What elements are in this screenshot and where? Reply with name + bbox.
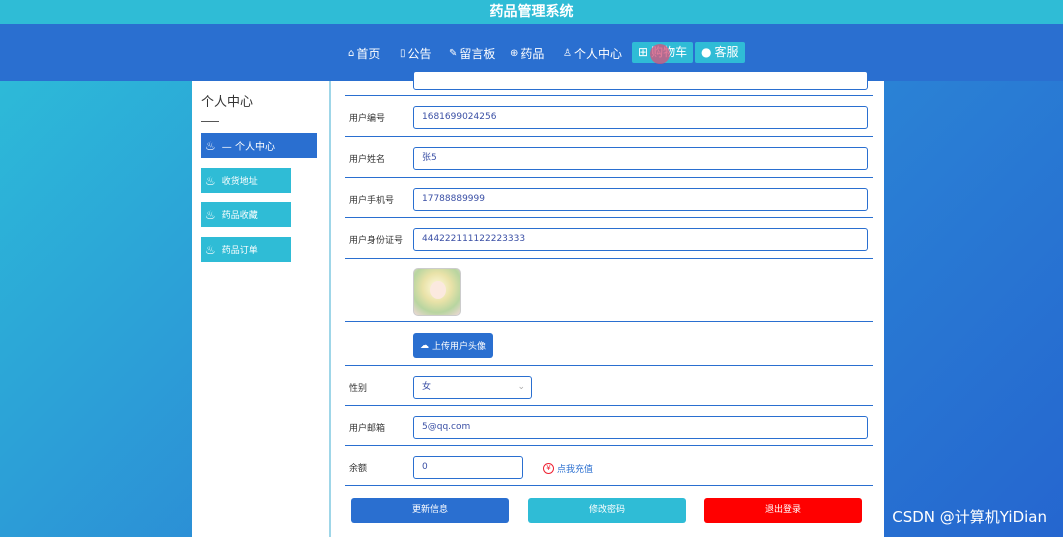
form-row-gender: 性别 女 ⌄ bbox=[345, 366, 873, 406]
phone-input[interactable]: 17788889999 bbox=[413, 188, 868, 211]
logout-button[interactable]: 退出登录 bbox=[704, 498, 862, 523]
medicine-icon: ⊕ bbox=[510, 48, 519, 59]
nav-notice[interactable]: ▯ 公告 bbox=[400, 44, 432, 64]
nav-messages-label: 留言板 bbox=[459, 47, 496, 61]
sidebar-item-favorites[interactable]: ♨ 药品收藏 bbox=[201, 202, 291, 227]
cloud-upload-icon: ☁ bbox=[420, 340, 429, 351]
form-row-avatar bbox=[345, 259, 873, 322]
user-avatar bbox=[413, 268, 461, 316]
sidebar-divider bbox=[201, 121, 219, 122]
cart-icon: ⊞ bbox=[638, 45, 649, 59]
id-card-label: 用户身份证号 bbox=[349, 236, 404, 246]
form-row-user-name: 用户姓名 张5 bbox=[345, 137, 873, 178]
sidebar-item-address[interactable]: ♨ 收货地址 bbox=[201, 168, 291, 193]
sidebar: 个人中心 ♨ — 个人中心 ♨ 收货地址 ♨ 药品收藏 ♨ 药品订单 bbox=[192, 81, 329, 537]
gender-selected-value: 女 bbox=[422, 382, 432, 392]
fire-icon: ♨ bbox=[205, 207, 216, 222]
recharge-label: 点我充值 bbox=[557, 465, 594, 475]
change-password-button[interactable]: 修改密码 bbox=[528, 498, 686, 523]
email-label: 用户邮箱 bbox=[349, 424, 386, 434]
form-row-top bbox=[345, 71, 873, 96]
sidebar-item-label: 药品订单 bbox=[221, 246, 258, 256]
chevron-down-icon: ⌄ bbox=[517, 382, 525, 392]
sidebar-item-user-center[interactable]: ♨ — 个人中心 bbox=[201, 133, 317, 158]
service-icon: ● bbox=[701, 45, 712, 59]
user-no-label: 用户编号 bbox=[349, 114, 386, 124]
user-name-label: 用户姓名 bbox=[349, 155, 386, 165]
user-icon: ♙ bbox=[563, 48, 572, 59]
email-input[interactable]: 5@qq.com bbox=[413, 416, 868, 439]
nav-medicine[interactable]: ⊕ 药品 bbox=[510, 44, 544, 64]
profile-form: 用户编号 1681699024256 用户姓名 张5 用户手机号 1778888… bbox=[329, 71, 884, 537]
form-row-upload: ☁ 上传用户头像 bbox=[345, 322, 873, 366]
nav-home-label: 首页 bbox=[356, 47, 381, 61]
nav-user-center[interactable]: ♙ 个人中心 bbox=[563, 44, 622, 64]
form-row-id-card: 用户身份证号 444222111122223333 bbox=[345, 218, 873, 259]
sidebar-item-orders[interactable]: ♨ 药品订单 bbox=[201, 237, 291, 262]
user-no-input[interactable]: 1681699024256 bbox=[413, 106, 868, 129]
id-card-input[interactable]: 444222111122223333 bbox=[413, 228, 868, 251]
gender-label: 性别 bbox=[349, 384, 368, 394]
fire-icon: ♨ bbox=[205, 242, 216, 257]
balance-label: 余额 bbox=[349, 464, 368, 474]
yuan-icon: ¥ bbox=[543, 463, 554, 474]
home-icon: ⌂ bbox=[348, 48, 355, 59]
app-title: 药品管理系统 bbox=[0, 0, 1063, 24]
form-row-user-no: 用户编号 1681699024256 bbox=[345, 96, 873, 137]
update-info-button[interactable]: 更新信息 bbox=[351, 498, 509, 523]
nav-medicine-label: 药品 bbox=[520, 47, 545, 61]
sidebar-item-label: 收货地址 bbox=[221, 177, 258, 187]
upload-avatar-button[interactable]: ☁ 上传用户头像 bbox=[413, 333, 494, 358]
sidebar-item-label: — 个人中心 bbox=[221, 142, 275, 153]
sidebar-title: 个人中心 bbox=[201, 95, 254, 110]
upload-avatar-label: 上传用户头像 bbox=[432, 342, 487, 352]
message-icon: ✎ bbox=[449, 48, 458, 59]
notice-icon: ▯ bbox=[400, 48, 406, 59]
form-row-balance: 余额 0 ¥ 点我充值 bbox=[345, 446, 873, 486]
user-name-input[interactable]: 张5 bbox=[413, 147, 868, 170]
phone-label: 用户手机号 bbox=[349, 196, 395, 206]
nav-home[interactable]: ⌂ 首页 bbox=[348, 44, 380, 64]
nav-service-button[interactable]: ● 客服 bbox=[695, 42, 745, 63]
sidebar-item-label: 药品收藏 bbox=[221, 211, 258, 221]
form-row-phone: 用户手机号 17788889999 bbox=[345, 178, 873, 218]
top-field[interactable] bbox=[413, 71, 868, 90]
nav-user-center-label: 个人中心 bbox=[573, 47, 622, 61]
avatar-face bbox=[430, 281, 446, 299]
cursor-highlight bbox=[650, 44, 670, 64]
nav-messages[interactable]: ✎ 留言板 bbox=[449, 44, 495, 64]
nav-service-label: 客服 bbox=[714, 45, 739, 59]
gender-select[interactable]: 女 ⌄ bbox=[413, 376, 532, 399]
nav-notice-label: 公告 bbox=[407, 47, 432, 61]
fire-icon: ♨ bbox=[205, 138, 216, 153]
watermark: CSDN @计算机YiDian bbox=[892, 508, 1047, 526]
form-row-email: 用户邮箱 5@qq.com bbox=[345, 406, 873, 446]
recharge-link[interactable]: ¥ 点我充值 bbox=[543, 462, 593, 475]
fire-icon: ♨ bbox=[205, 173, 216, 188]
balance-input[interactable]: 0 bbox=[413, 456, 523, 479]
